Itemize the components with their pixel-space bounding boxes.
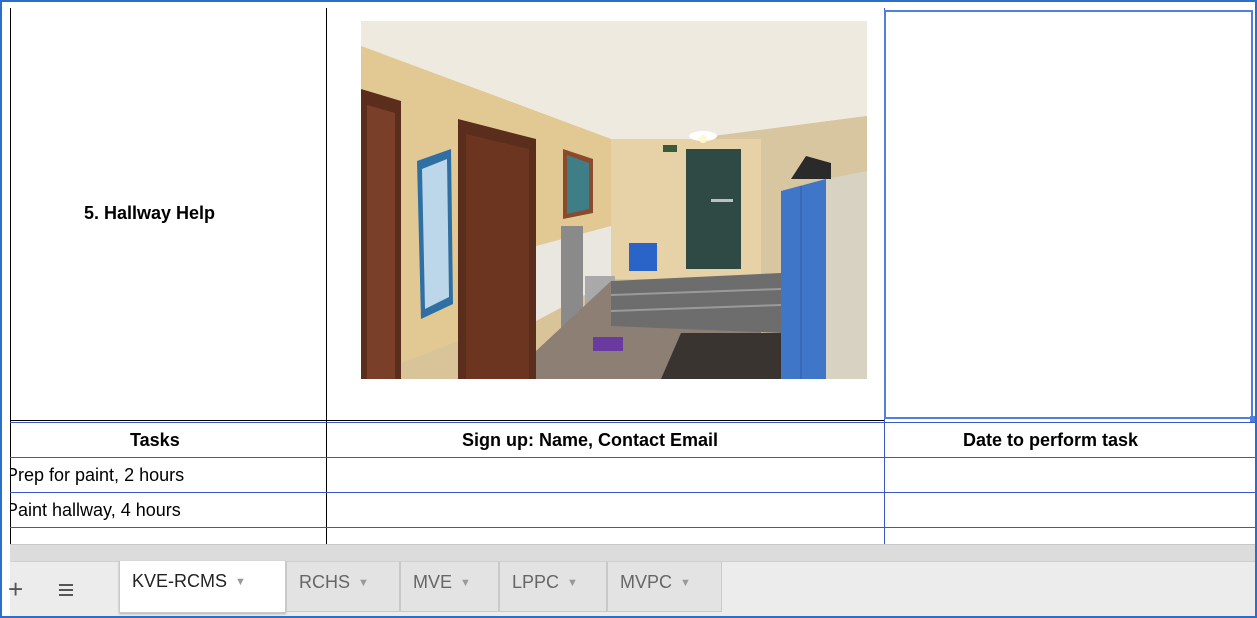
- grid-line: [10, 492, 1255, 493]
- tab-label: RCHS: [299, 572, 351, 592]
- hallway-photo[interactable]: [361, 21, 867, 379]
- tab-label: KVE-RCMS: [132, 571, 228, 591]
- horizontal-scrollbar[interactable]: [10, 544, 1255, 561]
- tab-lppc[interactable]: LPPC ▼: [499, 562, 607, 612]
- grid-line: [10, 422, 1255, 423]
- tab-kve-rcms[interactable]: KVE-RCMS ▼: [119, 561, 286, 613]
- plus-icon[interactable]: +: [8, 576, 23, 602]
- sheet-grid[interactable]: 5. Hallway Help Tasks Sign up: Name, Con…: [10, 8, 1255, 544]
- tab-menu-icon[interactable]: ▼: [567, 577, 578, 589]
- sheet-tab-bar: + KVE-RCMS ▼ RCHS ▼ MVE ▼ LPPC ▼ MVPC ▼: [8, 561, 1255, 616]
- task-cell[interactable]: Prep for paint, 2 hours: [10, 465, 184, 486]
- task-cell[interactable]: Paint hallway, 4 hours: [10, 500, 181, 521]
- tab-mvpc[interactable]: MVPC ▼: [607, 562, 722, 612]
- hamburger-icon[interactable]: [59, 584, 73, 596]
- fill-handle[interactable]: [1250, 416, 1255, 422]
- tab-menu-icon[interactable]: ▼: [235, 576, 246, 588]
- grid-line: [326, 8, 327, 544]
- tab-menu-icon[interactable]: ▼: [680, 577, 691, 589]
- section-title[interactable]: 5. Hallway Help: [84, 203, 215, 224]
- spreadsheet-window: 5. Hallway Help Tasks Sign up: Name, Con…: [0, 0, 1257, 618]
- tab-menu-icon[interactable]: ▼: [358, 577, 369, 589]
- grid-line: [10, 8, 11, 544]
- tab-mve[interactable]: MVE ▼: [400, 562, 499, 612]
- header-tasks[interactable]: Tasks: [130, 430, 180, 451]
- tab-label: MVE: [413, 572, 453, 592]
- tab-menu-icon[interactable]: ▼: [460, 577, 471, 589]
- grid-line: [10, 420, 884, 421]
- tab-label: MVPC: [620, 572, 673, 592]
- grid-line: [10, 457, 1255, 458]
- header-date[interactable]: Date to perform task: [963, 430, 1138, 451]
- hallway-photo-image: [361, 21, 867, 379]
- tab-label: LPPC: [512, 572, 560, 592]
- grid-line: [10, 527, 1255, 528]
- tab-rchs[interactable]: RCHS ▼: [286, 562, 400, 612]
- selected-cell[interactable]: [884, 10, 1253, 419]
- header-signup[interactable]: Sign up: Name, Contact Email: [462, 430, 718, 451]
